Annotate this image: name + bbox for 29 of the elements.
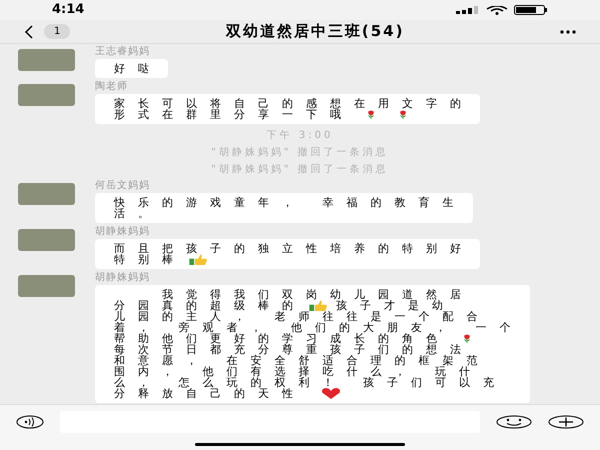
message-text: 而且把孩子的独立性培养的特别好 <box>114 243 474 254</box>
sender-name: 胡静姝妈妈 <box>95 272 150 283</box>
chat-title: 双幼道然居中三班(54) <box>224 21 406 42</box>
unread-count-badge: 1 <box>44 24 70 39</box>
message-text: 分园真的超级棒的 <box>114 300 306 311</box>
message-text: 家长可以将自己的感想在用文字的 <box>114 98 474 109</box>
message-text: 快乐的游戏童年， 幸福的教育生 <box>114 197 466 208</box>
sender-name: 何岳文妈妈 <box>95 180 150 191</box>
message-text: 着， 旁观者， 他们的大朋友， 一个 <box>114 322 524 333</box>
system-notice: "胡静姝妈妈" 撤回了一条消息 <box>211 146 389 160</box>
sender-name: 胡静姝妈妈 <box>95 226 150 237</box>
message-text: 孩子才是幼 <box>336 300 456 311</box>
timestamp: 下午 3:00 <box>266 129 334 143</box>
sender-name: 陶老师 <box>95 81 128 92</box>
message-text: 帮助他们更好的学习成长的角色 <box>114 333 450 344</box>
system-notice: "胡静姝妈妈" 撤回了一条消息 <box>211 163 389 177</box>
message-text: 每次节日都充分尊重孩子们的想法 <box>114 344 474 355</box>
message-text: 我觉得我们双岗幼儿园道然居 <box>161 289 474 300</box>
message-text: 么， 怎么玩的权利！ 孩子们可以充 <box>114 377 507 388</box>
sender-name: 王志睿妈妈 <box>95 46 150 57</box>
message-text: 分释放自己的天性 <box>114 388 306 399</box>
message-text: 儿园的主人， 老师往往是一个配合 <box>114 311 490 322</box>
message-text: 围内， 他们有选择吃什么， 玩什 <box>114 366 483 377</box>
message-text: 特别棒 <box>114 254 186 265</box>
message-text: 和意愿， 在安全舒适合理的框架范 <box>114 355 490 366</box>
message-text: 好哒 <box>114 63 162 74</box>
status-time: 4:14 <box>52 1 84 20</box>
message-text: 活。 <box>114 208 162 219</box>
message-text: 形式在群里分享一下哦 <box>114 109 354 120</box>
